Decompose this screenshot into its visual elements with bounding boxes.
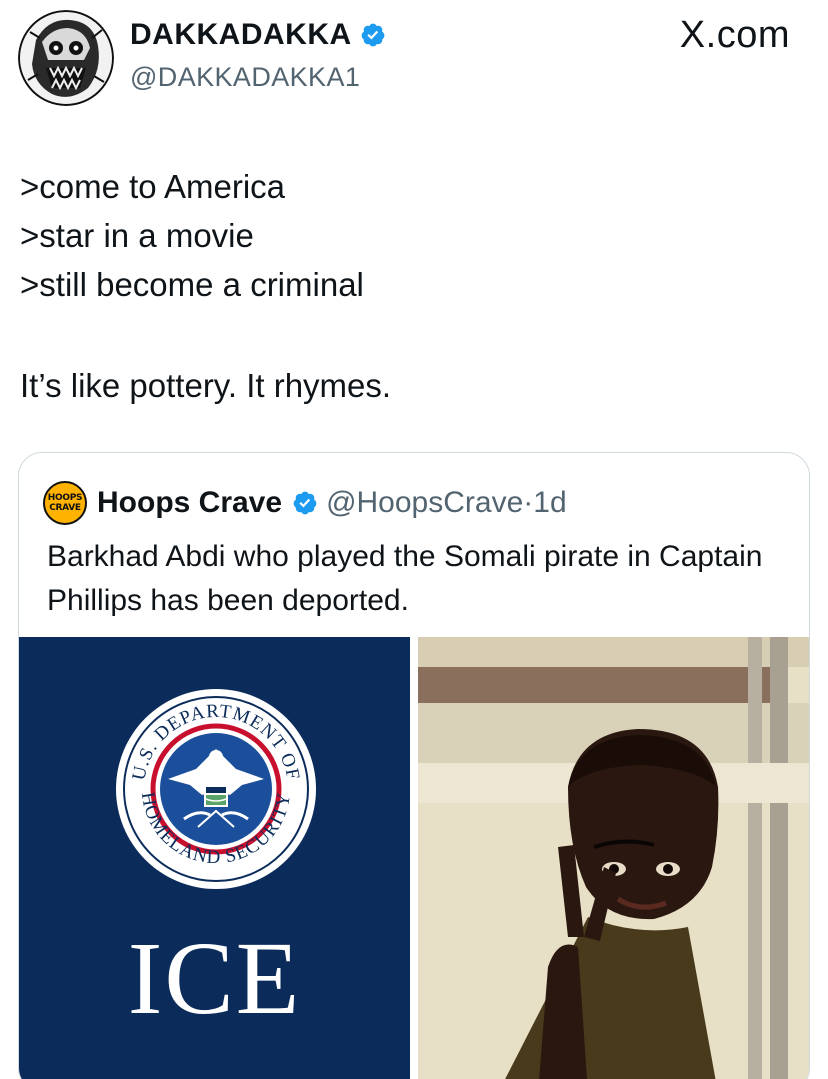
media-image-ice-logo[interactable]: U.S. DEPARTMENT OF HOMELAND SECURITY ICE <box>19 637 410 1079</box>
quoted-author-avatar[interactable]: HOOPS CRAVE <box>43 481 87 525</box>
author-display-name[interactable]: DAKKADAKKA <box>130 18 386 52</box>
author-handle[interactable]: @DAKKADAKKA1 <box>130 62 360 93</box>
person-photo-illustration <box>418 637 809 1079</box>
tweet-line: >star in a movie <box>20 217 254 254</box>
tweet-line: >still become a criminal <box>20 266 364 303</box>
ice-caption: ICE <box>127 921 302 1036</box>
avatar-text-top: HOOPS <box>47 493 83 503</box>
avatar-text-bottom: CRAVE <box>49 503 81 513</box>
quoted-tweet-media[interactable]: U.S. DEPARTMENT OF HOMELAND SECURITY ICE <box>19 637 809 1079</box>
quoted-tweet-card[interactable]: HOOPS CRAVE Hoops Crave @HoopsCrave · 1d… <box>18 452 810 1079</box>
tweet-text: >come to America >star in a movie >still… <box>20 162 810 410</box>
tweet-closing-line: It’s like pottery. It rhymes. <box>20 367 392 404</box>
dhs-seal-icon: U.S. DEPARTMENT OF HOMELAND SECURITY <box>116 689 316 889</box>
quoted-author-name[interactable]: Hoops Crave <box>97 486 282 520</box>
tweet-line: >come to America <box>20 168 286 205</box>
quoted-tweet-time[interactable]: 1d <box>533 486 566 520</box>
media-divider <box>410 637 418 1079</box>
quoted-tweet-text: Barkhad Abdi who played the Somali pirat… <box>47 540 763 617</box>
author-avatar[interactable] <box>18 10 114 106</box>
verified-badge-icon <box>293 491 317 515</box>
post-header: DAKKADAKKA @DAKKADAKKA1 X.com <box>0 0 828 120</box>
quoted-tweet-header: HOOPS CRAVE Hoops Crave @HoopsCrave · 1d <box>43 481 567 525</box>
meta-separator: · <box>523 486 534 519</box>
author-name-text: DAKKADAKKA <box>130 18 352 51</box>
x-brand-logo: X.com <box>679 14 790 56</box>
verified-badge-icon <box>361 23 385 47</box>
media-image-photo[interactable] <box>418 637 809 1079</box>
quoted-author-handle[interactable]: @HoopsCrave <box>326 486 523 520</box>
